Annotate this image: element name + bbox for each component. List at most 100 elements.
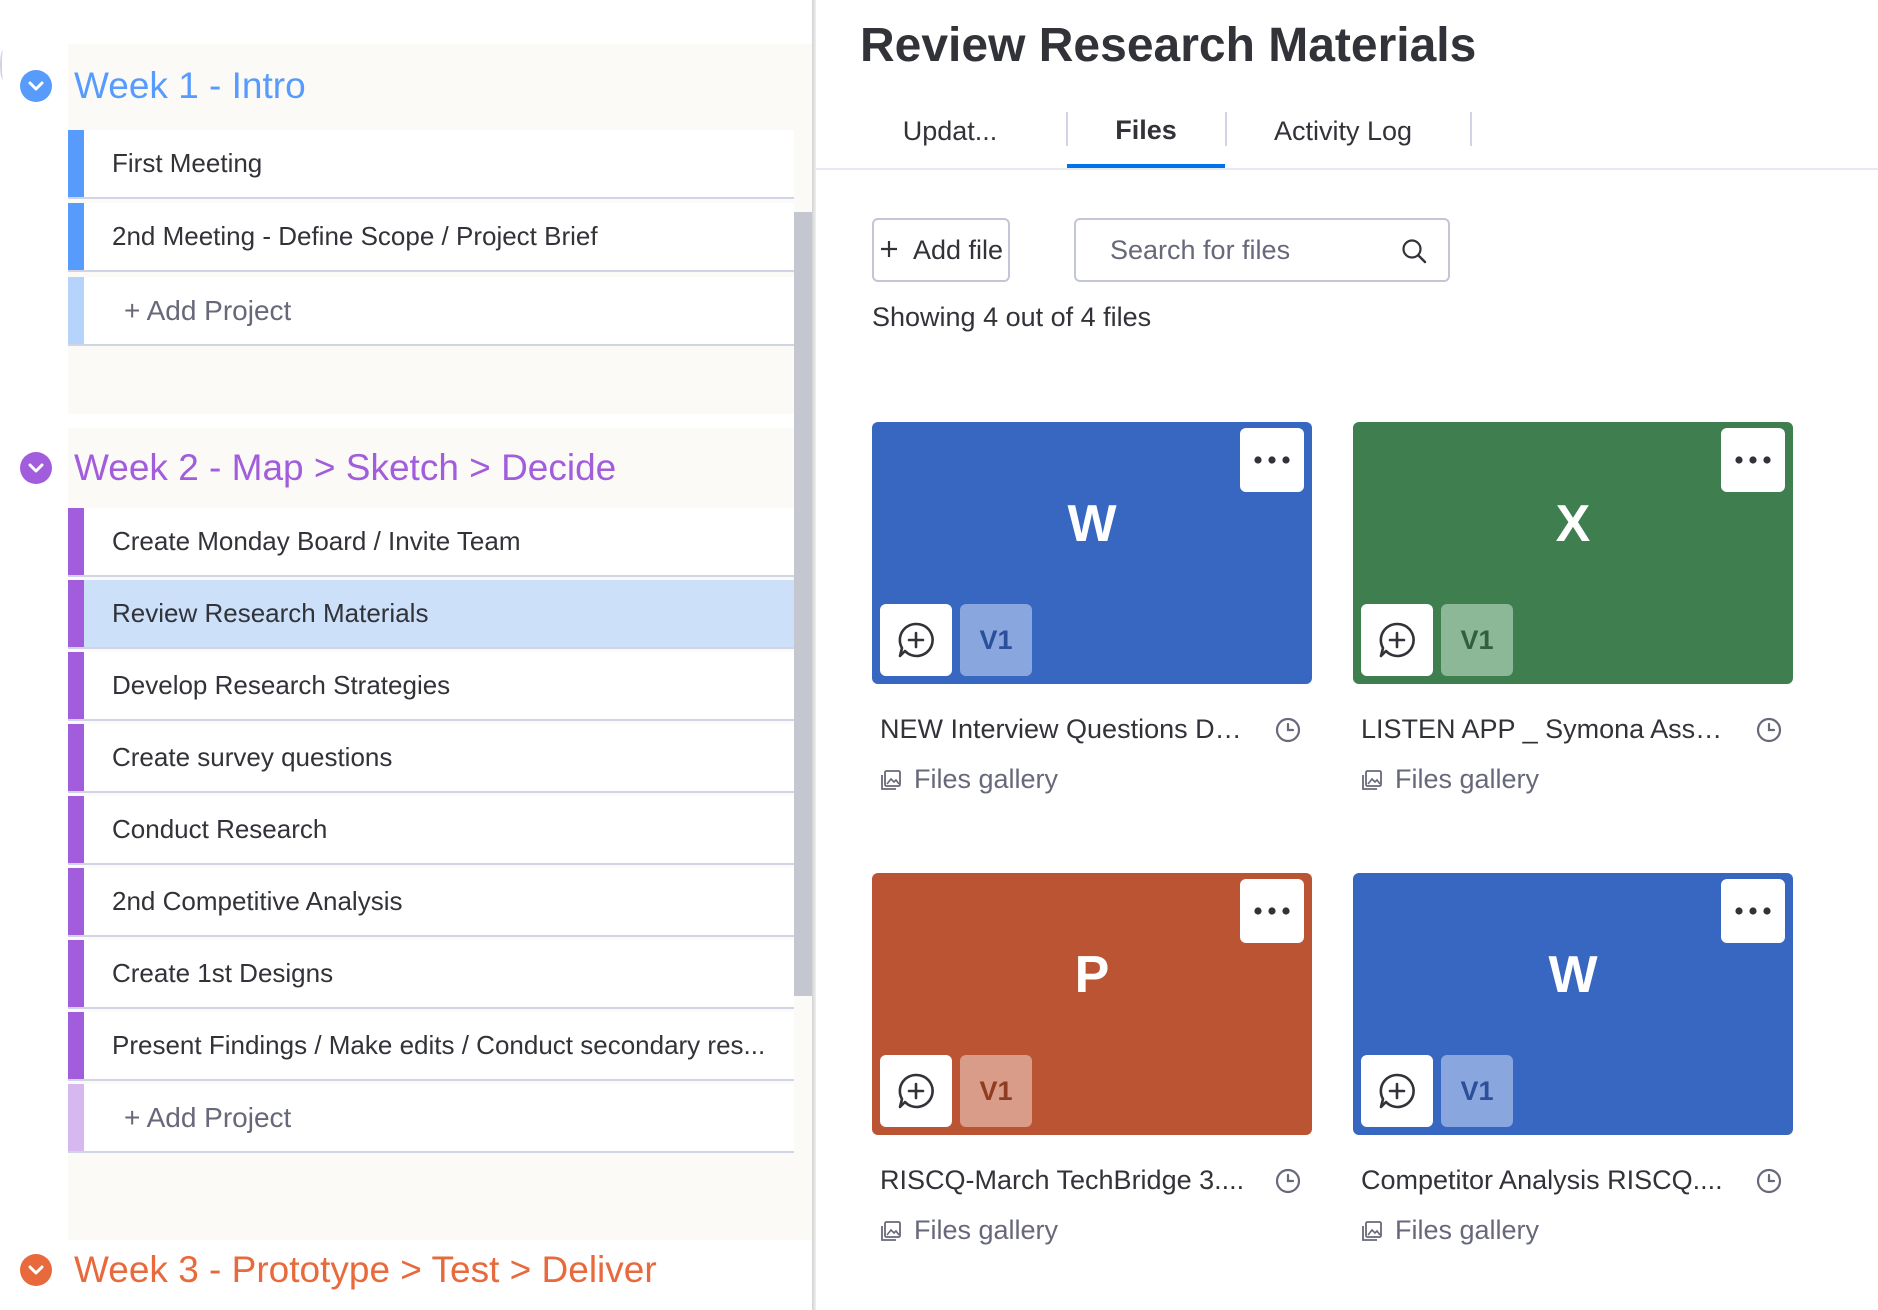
file-name[interactable]: LISTEN APP _ Symona Assu... xyxy=(1361,714,1731,745)
chevron-down-icon[interactable] xyxy=(20,1254,52,1286)
panel-edge xyxy=(0,50,6,80)
more-options-button[interactable] xyxy=(1240,428,1304,492)
item-row[interactable]: Present Findings / Make edits / Conduct … xyxy=(68,1012,794,1081)
file-type-letter: W xyxy=(1067,495,1117,553)
item-name[interactable]: Create Monday Board / Invite Team xyxy=(112,526,521,557)
file-source: Files gallery xyxy=(1361,764,1539,795)
file-card[interactable]: W V1 NEW Interview Questions DT... Files… xyxy=(872,422,1312,794)
item-row[interactable]: Create Monday Board / Invite Team xyxy=(68,508,794,577)
plus-icon xyxy=(879,235,899,265)
scrollbar-thumb[interactable] xyxy=(794,212,812,996)
ellipsis-icon xyxy=(1735,456,1771,464)
group-title[interactable]: Week 2 - Map > Sketch > Decide xyxy=(74,447,616,489)
group-color-bar xyxy=(68,277,84,344)
file-search[interactable] xyxy=(1074,218,1450,282)
clock-icon[interactable] xyxy=(1274,1167,1302,1200)
ellipsis-icon xyxy=(1254,456,1290,464)
file-source-label: Files gallery xyxy=(1395,1215,1540,1245)
add-comment-button[interactable] xyxy=(1361,604,1433,676)
item-row[interactable]: Conduct Research xyxy=(68,796,794,865)
ellipsis-icon xyxy=(1735,907,1771,915)
add-comment-button[interactable] xyxy=(880,604,952,676)
file-source-label: Files gallery xyxy=(1395,764,1540,794)
add-project-row[interactable]: + Add Project xyxy=(68,1084,794,1153)
image-gallery-icon xyxy=(881,769,901,790)
file-source: Files gallery xyxy=(880,764,1058,795)
file-type-letter: X xyxy=(1555,495,1591,553)
item-name[interactable]: 2nd Competitive Analysis xyxy=(112,886,402,917)
file-thumbnail[interactable]: W V1 xyxy=(872,422,1312,684)
group-color-bar xyxy=(68,130,84,197)
file-name[interactable]: Competitor Analysis RISCQ.... xyxy=(1361,1165,1731,1196)
group-color-bar xyxy=(68,1012,84,1079)
file-thumbnail[interactable]: W V1 xyxy=(1353,873,1793,1135)
search-icon[interactable] xyxy=(1400,237,1428,270)
file-thumbnail[interactable]: X V1 xyxy=(1353,422,1793,684)
group-color-bar xyxy=(68,652,84,719)
add-file-label: Add file xyxy=(912,234,1004,265)
item-name[interactable]: Review Research Materials xyxy=(112,598,428,629)
files-count-text: Showing 4 out of 4 files xyxy=(872,302,1152,332)
comment-plus-icon xyxy=(1379,622,1415,658)
more-options-button[interactable] xyxy=(1721,879,1785,943)
file-name[interactable]: RISCQ-March TechBridge 3.... xyxy=(880,1165,1250,1196)
version-badge[interactable]: V1 xyxy=(1441,604,1513,676)
chevron-down-icon[interactable] xyxy=(20,452,52,484)
group-color-bar xyxy=(68,868,84,935)
group-title[interactable]: Week 3 - Prototype > Test > Deliver xyxy=(74,1249,657,1291)
group-color-bar xyxy=(68,508,84,575)
tab-activity-log[interactable]: Activity Log xyxy=(1228,96,1458,166)
tab-files[interactable]: Files xyxy=(1067,96,1225,168)
item-name[interactable]: First Meeting xyxy=(112,148,262,179)
group-color-bar xyxy=(68,796,84,863)
more-options-button[interactable] xyxy=(1240,879,1304,943)
item-row[interactable]: Develop Research Strategies xyxy=(68,652,794,721)
board-panel: Week 1 - Intro First Meeting 2nd Meeting… xyxy=(0,0,812,1310)
version-badge[interactable]: V1 xyxy=(960,604,1032,676)
clock-icon[interactable] xyxy=(1755,716,1783,749)
add-comment-button[interactable] xyxy=(880,1055,952,1127)
item-row[interactable]: Create survey questions xyxy=(68,724,794,793)
file-card[interactable]: P V1 RISCQ-March TechBridge 3.... Files … xyxy=(872,873,1312,1245)
more-options-button[interactable] xyxy=(1721,428,1785,492)
version-badge[interactable]: V1 xyxy=(1441,1055,1513,1127)
file-name[interactable]: NEW Interview Questions DT... xyxy=(880,714,1250,745)
add-comment-button[interactable] xyxy=(1361,1055,1433,1127)
item-row[interactable]: 2nd Competitive Analysis xyxy=(68,868,794,937)
group-header-week3[interactable]: Week 3 - Prototype > Test > Deliver xyxy=(20,1240,657,1300)
add-project-button[interactable]: + Add Project xyxy=(124,295,291,327)
add-file-button[interactable]: Add file xyxy=(872,218,1010,282)
file-source: Files gallery xyxy=(1361,1215,1539,1246)
tab-updates[interactable]: Updat... xyxy=(870,96,1030,166)
item-row[interactable]: 2nd Meeting - Define Scope / Project Bri… xyxy=(68,203,794,272)
item-row[interactable]: First Meeting xyxy=(68,130,794,199)
item-title[interactable]: Review Research Materials xyxy=(860,18,1476,73)
clock-icon[interactable] xyxy=(1755,1167,1783,1200)
item-name[interactable]: Conduct Research xyxy=(112,814,327,845)
item-row[interactable]: Create 1st Designs xyxy=(68,940,794,1009)
item-name[interactable]: Develop Research Strategies xyxy=(112,670,450,701)
search-input[interactable] xyxy=(1108,233,1382,267)
chevron-down-icon[interactable] xyxy=(20,70,52,102)
clock-icon[interactable] xyxy=(1274,716,1302,749)
file-card[interactable]: W V1 Competitor Analysis RISCQ.... Files… xyxy=(1353,873,1793,1245)
file-source-label: Files gallery xyxy=(914,1215,1059,1245)
add-project-button[interactable]: + Add Project xyxy=(124,1102,291,1134)
group-title[interactable]: Week 1 - Intro xyxy=(74,65,306,107)
item-row-selected[interactable]: Review Research Materials xyxy=(68,580,794,649)
add-project-row[interactable]: + Add Project xyxy=(68,277,794,346)
group-header-week2[interactable]: Week 2 - Map > Sketch > Decide xyxy=(20,438,616,498)
version-badge[interactable]: V1 xyxy=(960,1055,1032,1127)
file-card[interactable]: X V1 LISTEN APP _ Symona Assu... Files g… xyxy=(1353,422,1793,794)
group-color-bar xyxy=(68,1084,84,1151)
item-name[interactable]: Present Findings / Make edits / Conduct … xyxy=(112,1030,765,1061)
file-source: Files gallery xyxy=(880,1215,1058,1246)
group-header-week1[interactable]: Week 1 - Intro xyxy=(20,56,306,116)
comment-plus-icon xyxy=(898,1073,934,1109)
image-gallery-icon xyxy=(1362,769,1382,790)
item-name[interactable]: 2nd Meeting - Define Scope / Project Bri… xyxy=(112,221,598,252)
file-thumbnail[interactable]: P V1 xyxy=(872,873,1312,1135)
file-source-label: Files gallery xyxy=(914,764,1059,794)
item-name[interactable]: Create survey questions xyxy=(112,742,392,773)
item-name[interactable]: Create 1st Designs xyxy=(112,958,333,989)
